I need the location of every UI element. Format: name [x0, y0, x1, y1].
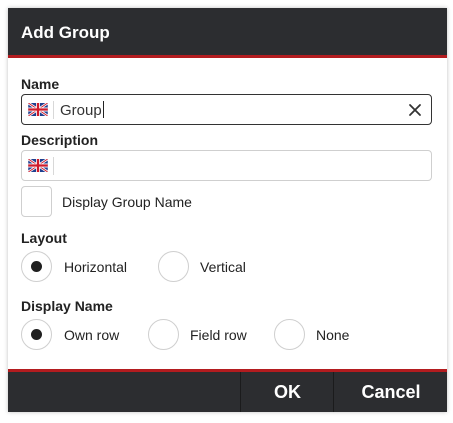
dialog-title: Add Group [21, 23, 110, 42]
dialog-footer: OK Cancel [8, 369, 447, 412]
cancel-button[interactable]: Cancel [333, 372, 448, 412]
display-name-none-radio[interactable] [274, 319, 305, 350]
layout-vertical-radio[interactable] [158, 251, 189, 282]
description-label: Description [21, 132, 99, 148]
display-group-name-label: Display Group Name [62, 194, 192, 210]
add-group-dialog: Add Group Name Group Description Display… [8, 8, 447, 412]
name-label: Name [21, 76, 60, 92]
layout-horizontal-radio[interactable] [21, 251, 52, 282]
layout-label: Layout [21, 230, 67, 246]
field-separator [53, 101, 54, 119]
name-input[interactable]: Group [21, 94, 432, 125]
text-caret [102, 101, 104, 118]
display-name-none-label: None [316, 327, 350, 343]
display-name-field-row-label: Field row [190, 327, 247, 343]
field-separator [53, 157, 54, 175]
layout-horizontal-label: Horizontal [64, 259, 128, 275]
display-name-own-row-radio[interactable] [21, 319, 52, 350]
name-value-wrap: Group [60, 101, 104, 119]
display-name-own-row-label: Own row [64, 327, 120, 343]
ok-button[interactable]: OK [240, 372, 334, 412]
display-group-name-checkbox[interactable] [21, 186, 52, 217]
radio-selected-dot [31, 329, 42, 340]
name-value: Group [60, 102, 102, 119]
uk-flag-icon [28, 103, 48, 116]
close-icon[interactable] [406, 101, 424, 119]
description-input[interactable] [21, 150, 432, 181]
uk-flag-icon [28, 159, 48, 172]
radio-selected-dot [31, 261, 42, 272]
dialog-header: Add Group [8, 8, 447, 58]
display-name-label: Display Name [21, 298, 113, 314]
display-name-field-row-radio[interactable] [148, 319, 179, 350]
layout-vertical-label: Vertical [200, 259, 246, 275]
